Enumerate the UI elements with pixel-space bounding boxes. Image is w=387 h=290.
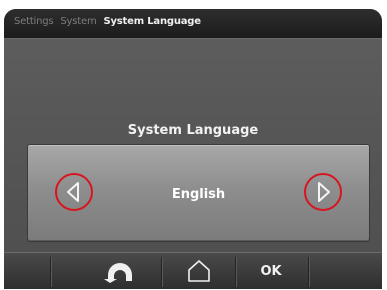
- toolbar-divider: [235, 257, 236, 287]
- section-title: System Language: [127, 123, 259, 138]
- toolbar-divider: [308, 257, 309, 287]
- breadcrumb-item-settings[interactable]: Settings: [14, 16, 54, 27]
- breadcrumb: Settings System System Language: [14, 16, 201, 27]
- breadcrumb-item-current: System Language: [103, 16, 201, 27]
- chevron-right-icon: [318, 182, 330, 202]
- top-bar: Settings System System Language: [4, 9, 382, 39]
- ok-button[interactable]: OK: [248, 253, 294, 289]
- device-screen: Settings System System Language System L…: [4, 9, 382, 289]
- toolbar-divider: [161, 257, 162, 287]
- back-arrow-icon: [104, 263, 132, 283]
- bottom-toolbar: OK: [4, 252, 382, 289]
- language-selector: English: [27, 144, 370, 242]
- breadcrumb-item-system[interactable]: System: [60, 16, 96, 27]
- home-button[interactable]: [176, 253, 222, 289]
- next-language-button[interactable]: [304, 173, 342, 211]
- back-button[interactable]: [94, 253, 146, 289]
- toolbar-divider: [50, 257, 51, 287]
- home-icon: [188, 260, 210, 282]
